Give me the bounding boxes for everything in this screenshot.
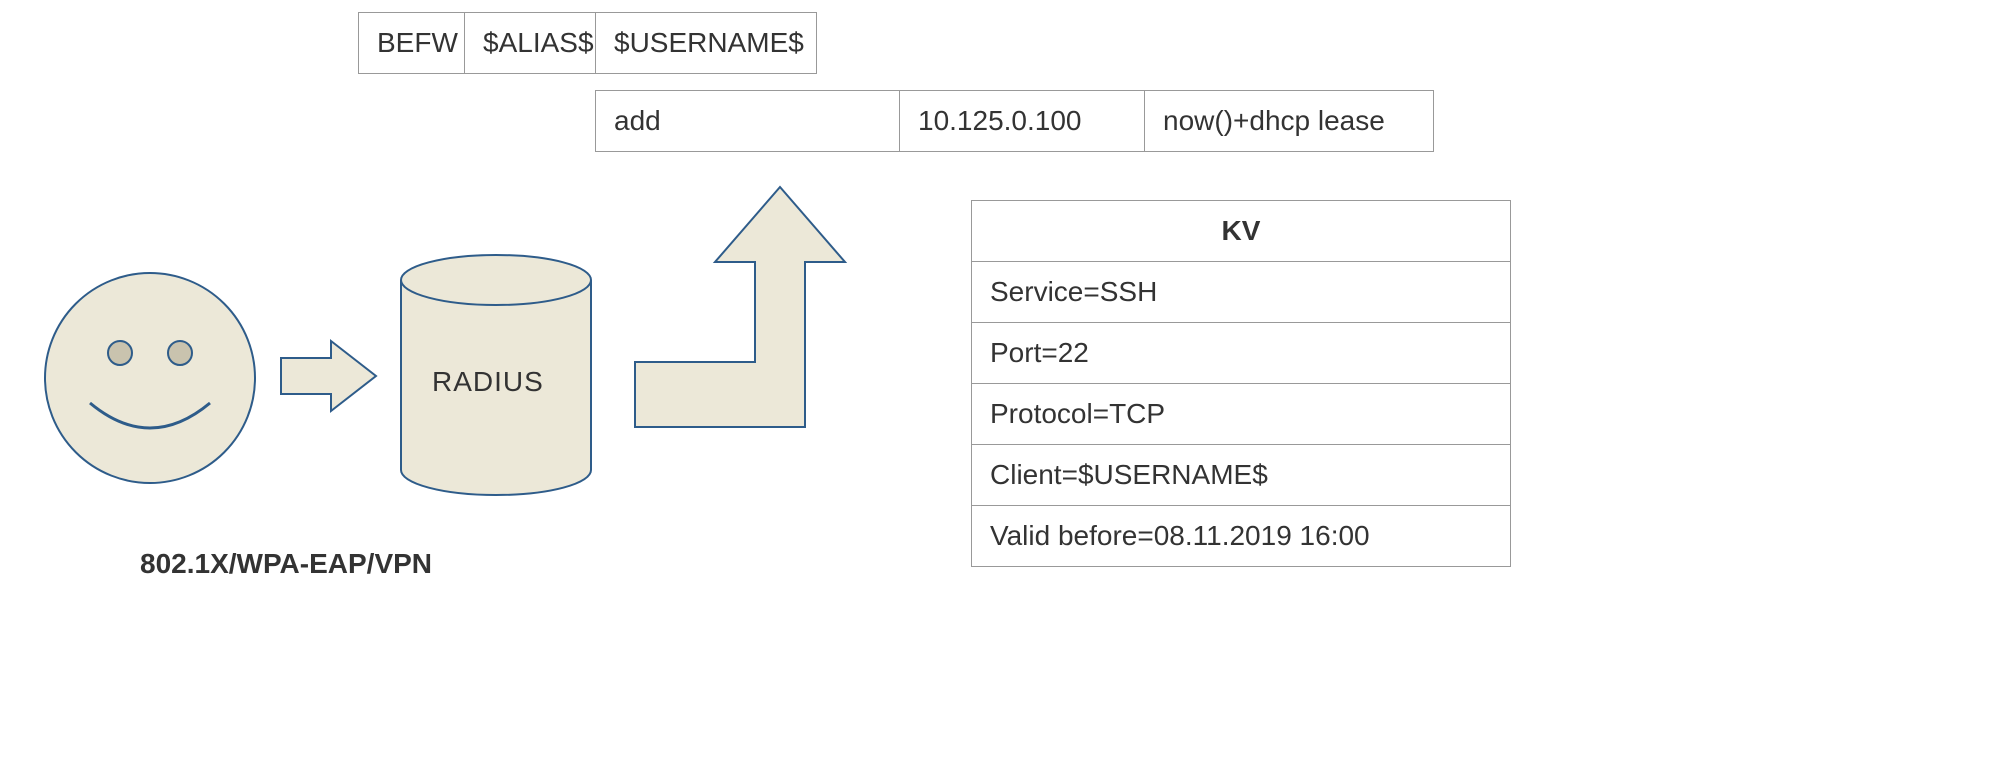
kv-title: KV [972, 201, 1511, 262]
second-cell-add: add [595, 90, 900, 152]
kv-table: KV Service=SSH Port=22 Protocol=TCP Clie… [971, 200, 1511, 567]
top-cell-username: $USERNAME$ [595, 12, 817, 74]
second-cell-ip: 10.125.0.100 [899, 90, 1145, 152]
arrow-right-icon [276, 336, 386, 416]
second-cell-lease: now()+dhcp lease [1144, 90, 1434, 152]
smiley-icon [40, 268, 260, 488]
kv-row-port: Port=22 [972, 323, 1511, 384]
kv-row-protocol: Protocol=TCP [972, 384, 1511, 445]
kv-row-service: Service=SSH [972, 262, 1511, 323]
top-cell-befw: BEFW [358, 12, 465, 74]
arrow-up-bent-icon [630, 182, 910, 432]
kv-row-client: Client=$USERNAME$ [972, 445, 1511, 506]
top-cell-alias: $ALIAS$ [464, 12, 596, 74]
kv-row-valid: Valid before=08.11.2019 16:00 [972, 506, 1511, 567]
auth-protocol-label: 802.1X/WPA-EAP/VPN [140, 548, 432, 580]
radius-label: RADIUS [432, 366, 544, 398]
